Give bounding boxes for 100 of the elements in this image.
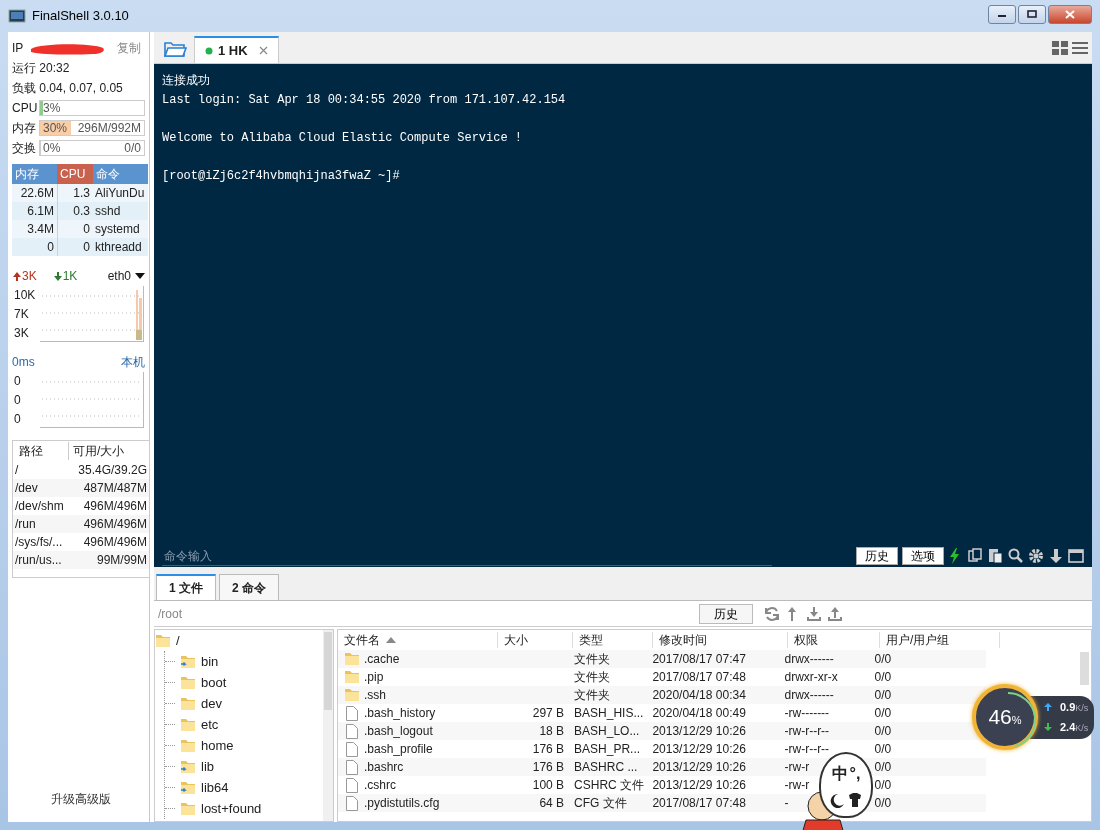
file-name[interactable]: .bash_logout <box>364 722 433 740</box>
tree-item[interactable]: lib64 <box>201 777 229 798</box>
table-cell: 0/0 <box>874 742 892 756</box>
table-cell: 2017/08/17 07:48 <box>652 796 746 810</box>
options-button[interactable]: 选项 <box>902 547 944 565</box>
table-cell: 297 B <box>532 706 565 720</box>
folder-icon[interactable] <box>164 39 188 58</box>
paste-icon[interactable] <box>988 548 1004 564</box>
meter-label: CPU <box>12 100 39 117</box>
meter-label: 交换 <box>12 140 37 157</box>
menu-icon[interactable] <box>1072 40 1088 55</box>
upgrade-link[interactable]: 升级高级版 <box>12 790 149 808</box>
close-button[interactable] <box>1048 4 1092 24</box>
settings-icon[interactable] <box>1028 548 1044 564</box>
meter-reading: 0% <box>43 140 61 157</box>
folder-shortcut-icon <box>180 653 196 670</box>
table-cell: 2013/12/29 10:26 <box>652 724 746 738</box>
file-name[interactable]: .pydistutils.cfg <box>364 794 440 812</box>
upload-arrow-icon <box>1044 702 1052 711</box>
tree-item[interactable]: lost+found <box>201 798 262 819</box>
column-header[interactable]: 修改时间 <box>653 632 788 648</box>
refresh-icon[interactable] <box>764 605 780 622</box>
table-cell-text: 6.1M <box>26 203 55 220</box>
table-cell: 0/0 <box>874 760 892 774</box>
column-header[interactable]: 权限 <box>788 632 880 648</box>
upload-arrow-icon <box>12 271 22 281</box>
session-tab[interactable]: 1 HK <box>194 36 279 63</box>
table-cell-text: 0 <box>46 239 55 256</box>
table-cell: 0/0 <box>874 796 892 810</box>
column-header[interactable]: 路径 <box>13 442 69 460</box>
copy-button[interactable]: 复制 <box>117 39 141 57</box>
window-icon[interactable] <box>1068 548 1084 564</box>
table-cell: 2017/08/17 07:48 <box>652 670 746 684</box>
table-cell: CSHRC 文件 <box>574 778 645 792</box>
interface-dropdown[interactable]: eth0 <box>107 267 145 285</box>
meter-reading: 3% <box>43 100 61 117</box>
folder-icon <box>344 687 360 703</box>
down-arrow-icon[interactable] <box>1048 548 1064 564</box>
tree-item[interactable]: home <box>201 735 234 756</box>
column-header[interactable]: 大小 <box>498 632 573 648</box>
copy-icon[interactable] <box>968 548 984 564</box>
table-cell: 2020/04/18 00:34 <box>652 688 746 702</box>
command-input[interactable]: 命令输入 <box>162 546 772 566</box>
scrollbar-thumb[interactable] <box>324 632 332 710</box>
table-cell-text: systemd <box>94 221 141 238</box>
terminal-line: Welcome to Alibaba Cloud Elastic Compute Service ! <box>162 130 524 147</box>
table-cell-text: 496M/496M <box>82 534 148 551</box>
ping-target-link[interactable]: 本机 <box>121 353 145 371</box>
axis-label: 7K <box>14 306 30 323</box>
status-dot-icon <box>205 46 213 55</box>
minimize-button[interactable] <box>988 4 1016 24</box>
file-name[interactable]: .bash_history <box>364 704 436 722</box>
meter-detail: 0/0 <box>124 140 141 157</box>
search-icon[interactable] <box>1008 548 1024 564</box>
table-cell: 176 B <box>532 760 565 774</box>
column-header[interactable]: CPU <box>57 164 93 184</box>
download-arrow-icon <box>1044 723 1052 732</box>
column-header[interactable]: 文件名 <box>338 632 498 648</box>
dropdown-caret-icon[interactable] <box>135 272 145 280</box>
history-button[interactable]: 历史 <box>699 603 753 624</box>
grid-view-icon[interactable] <box>1052 40 1068 55</box>
tree-item[interactable]: bin <box>201 651 219 672</box>
file-name[interactable]: .cshrc <box>364 776 396 794</box>
table-cell-text: AliYunDu <box>94 185 146 202</box>
upload-icon[interactable] <box>827 605 843 622</box>
download-icon[interactable] <box>806 605 822 622</box>
table-cell: drwx------ <box>784 688 834 702</box>
panel-tab[interactable]: 2 命令 <box>219 574 280 600</box>
column-header[interactable]: 类型 <box>573 632 653 648</box>
table-cell: 0/0 <box>874 724 892 738</box>
history-button[interactable]: 历史 <box>856 547 898 565</box>
tree-item[interactable]: lib <box>201 756 214 777</box>
column-header[interactable]: 可用/大小 <box>69 442 125 460</box>
maximize-button[interactable] <box>1018 4 1046 24</box>
file-name[interactable]: .bashrc <box>364 758 404 776</box>
file-name[interactable]: .ssh <box>364 686 386 704</box>
file-name[interactable]: .pip <box>364 668 384 686</box>
file-name[interactable]: .bash_profile <box>364 740 433 758</box>
table-cell-text: kthreadd <box>94 239 143 256</box>
column-header[interactable]: 用户/用户组 <box>880 632 1000 648</box>
table-cell: BASH_PR... <box>574 742 641 756</box>
close-icon <box>1064 9 1076 19</box>
table-cell: 文件夹 <box>574 688 611 702</box>
table-cell-text: sshd <box>94 203 122 220</box>
folder-icon <box>155 632 171 649</box>
sort-arrow-icon[interactable] <box>386 636 396 644</box>
panel-tab[interactable]: 1 文件 <box>156 574 216 600</box>
tree-item[interactable]: dev <box>201 693 222 714</box>
tree-item[interactable]: etc <box>201 714 219 735</box>
axis-label: 3K <box>14 324 30 342</box>
tree-item[interactable]: / <box>155 630 322 651</box>
table-cell: 文件夹 <box>574 652 611 666</box>
table-cell: 176 B <box>532 742 565 756</box>
close-icon[interactable] <box>258 46 268 55</box>
table-cell: -rw-r <box>784 760 810 774</box>
tree-item[interactable]: boot <box>201 672 227 693</box>
file-name[interactable]: .cache <box>364 650 400 668</box>
table-cell-text: /run/us... <box>14 552 63 569</box>
scrollbar-thumb[interactable] <box>1080 652 1089 685</box>
uptime-text: 运行 20:32 <box>12 60 70 77</box>
